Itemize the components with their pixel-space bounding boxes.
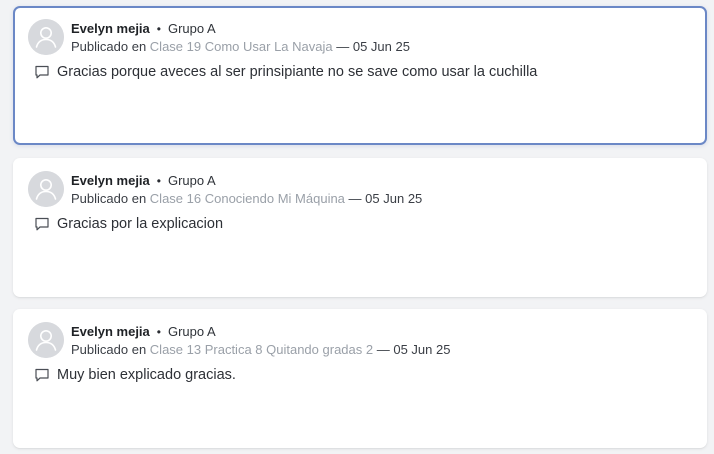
author-name[interactable]: Evelyn mejia — [71, 324, 150, 339]
comment-body: Gracias porque aveces al ser prinsipiant… — [34, 64, 537, 80]
comments-feed: Evelyn mejia • Grupo A Publicado en Clase … — [0, 0, 714, 454]
comment-body: Gracias por la explicacion — [34, 216, 223, 232]
comment-body: Muy bien explicado gracias. — [34, 367, 236, 383]
published-label: Publicado en — [71, 342, 147, 357]
author-name[interactable]: Evelyn mejia — [71, 173, 150, 188]
date-separator: — — [376, 342, 390, 357]
lesson-link[interactable]: Clase 16 Conociendo Mi Máquina — [150, 191, 345, 206]
comment-meta: Evelyn mejia • Grupo A Publicado en Clase … — [71, 172, 422, 208]
comment-text: Gracias porque aveces al ser prinsipiant… — [57, 64, 538, 80]
speech-bubble-icon — [34, 64, 50, 80]
user-placeholder-icon — [28, 19, 64, 55]
date-separator: — — [336, 39, 350, 54]
avatar[interactable] — [28, 171, 64, 207]
meta-separator: • — [156, 325, 161, 339]
comment-card[interactable]: Evelyn mejia • Grupo A Publicado en Clase … — [13, 158, 707, 297]
avatar[interactable] — [28, 322, 64, 358]
group-name: Grupo A — [167, 173, 216, 188]
group-name: Grupo A — [167, 324, 216, 339]
author-name[interactable]: Evelyn mejia — [71, 21, 150, 36]
user-placeholder-icon — [28, 171, 64, 207]
published-label: Publicado en — [71, 39, 147, 54]
comment-text: Gracias por la explicacion — [57, 216, 224, 232]
speech-bubble-icon — [34, 216, 50, 232]
date-separator: — — [348, 191, 362, 206]
lesson-link[interactable]: Clase 13 Practica 8 Quitando gradas 2 — [150, 342, 373, 357]
avatar[interactable] — [28, 19, 64, 55]
comment-text: Muy bien explicado gracias. — [57, 367, 236, 383]
comment-date: 05 Jun 25 — [352, 39, 410, 54]
group-name: Grupo A — [167, 21, 216, 36]
speech-bubble-icon — [34, 367, 50, 383]
comment-date: 05 Jun 25 — [393, 342, 451, 357]
comment-card[interactable]: Evelyn mejia • Grupo A Publicado en Clase … — [13, 6, 707, 145]
meta-separator: • — [156, 22, 161, 36]
user-placeholder-icon — [28, 322, 64, 358]
comment-card[interactable]: Evelyn mejia • Grupo A Publicado en Clase … — [13, 309, 707, 448]
published-label: Publicado en — [71, 191, 147, 206]
lesson-link[interactable]: Clase 19 Como Usar La Navaja — [150, 39, 333, 54]
comment-meta: Evelyn mejia • Grupo A Publicado en Clase … — [71, 20, 410, 56]
comment-date: 05 Jun 25 — [365, 191, 423, 206]
meta-separator: • — [156, 174, 161, 188]
comment-meta: Evelyn mejia • Grupo A Publicado en Clase … — [71, 323, 450, 359]
